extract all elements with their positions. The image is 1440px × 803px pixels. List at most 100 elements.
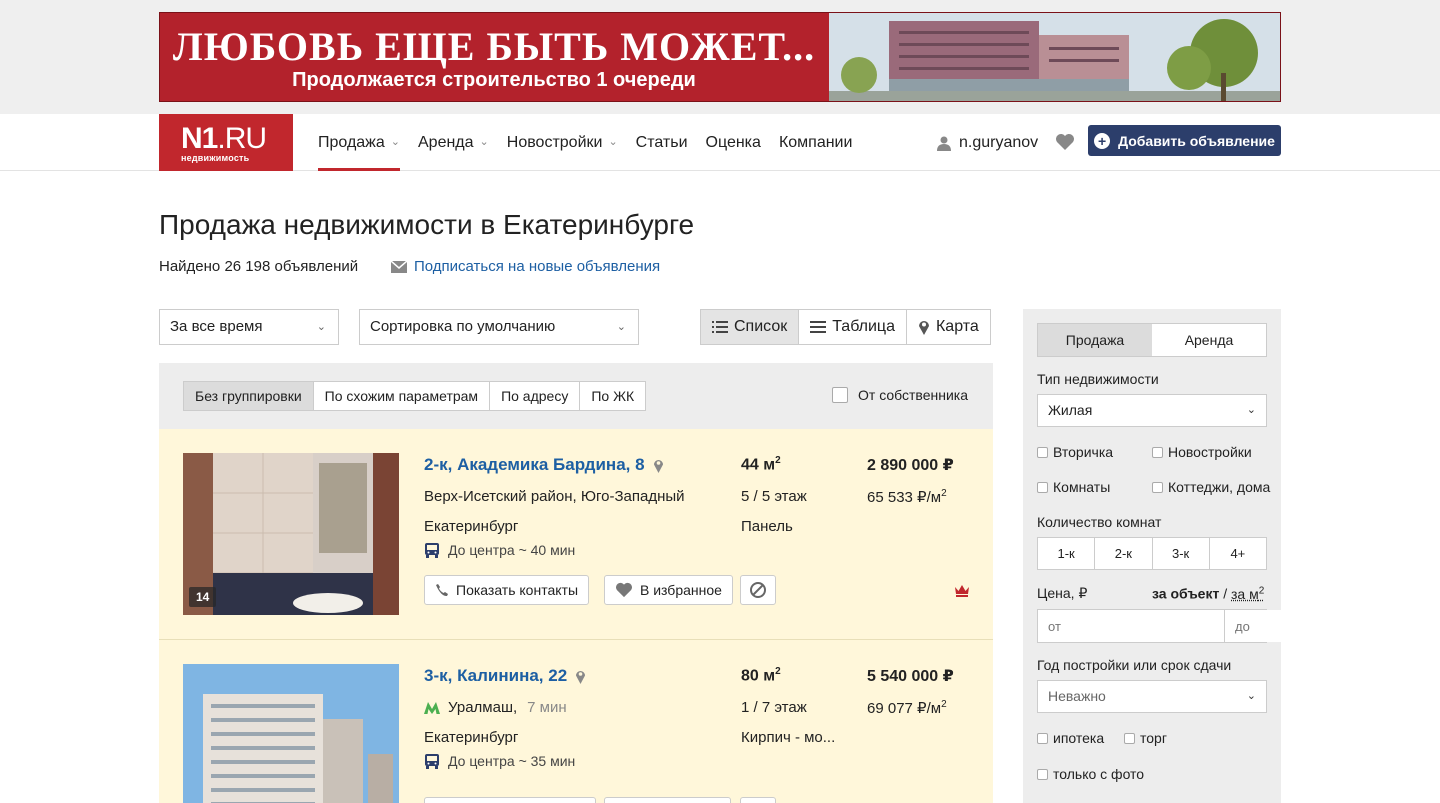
- favorites-heart-icon[interactable]: [1055, 133, 1075, 151]
- view-list-button[interactable]: Список: [701, 310, 800, 344]
- new-buildings-filter[interactable]: Новостройки: [1152, 444, 1252, 460]
- listing-photo[interactable]: [183, 664, 399, 803]
- show-contacts-button[interactable]: Показать контакты: [424, 575, 590, 605]
- user-icon: [937, 136, 951, 151]
- nav-rent[interactable]: Аренда ⌄: [418, 114, 489, 171]
- group-similar-button[interactable]: По схожим параметрам: [314, 382, 491, 410]
- crown-icon: [955, 585, 969, 597]
- superscript-2: 2: [941, 488, 947, 499]
- metro-walk-time: 7 мин: [527, 699, 567, 716]
- view-table-button[interactable]: Таблица: [799, 310, 907, 344]
- owner-filter[interactable]: От собственника: [832, 387, 968, 403]
- phone-icon: [436, 584, 448, 597]
- listing-area-text: 80 м: [741, 667, 776, 685]
- price-from-input[interactable]: [1038, 610, 1225, 642]
- listing-area-text: 44 м: [741, 456, 776, 474]
- view-switcher: Список Таблица Карта: [700, 309, 991, 345]
- price-mode-switch: за объект / за м2: [1152, 585, 1264, 602]
- price-per-m2-text: за м: [1231, 585, 1259, 602]
- view-table-label: Таблица: [832, 318, 895, 335]
- nav-articles[interactable]: Статьи: [636, 114, 688, 171]
- rooms-filter[interactable]: Комнаты: [1037, 479, 1110, 495]
- listing-photo[interactable]: 14: [183, 453, 399, 615]
- add-listing-button[interactable]: + Добавить объявление: [1088, 125, 1281, 156]
- results-count: Найдено 26 198 объявлений: [159, 258, 359, 275]
- bus-icon: [425, 543, 439, 558]
- listing-card[interactable]: 14 2-к, Академика Бардина, 8 Верх-Исетск…: [159, 429, 993, 640]
- secondary-checkbox[interactable]: [1037, 446, 1048, 458]
- site-header: N1.RU недвижимость Продажа ⌄ Аренда ⌄ Ново…: [0, 114, 1440, 171]
- logo-suffix-text: .RU: [217, 122, 267, 155]
- listing-title[interactable]: 3-к, Калинина, 22: [424, 666, 586, 686]
- mortgage-filter[interactable]: ипотека: [1037, 730, 1104, 746]
- price-per-object-option[interactable]: за объект: [1152, 586, 1219, 602]
- listing-floor: 5 / 5 этаж: [741, 488, 807, 505]
- rooms-type-label: Комнаты: [1053, 479, 1111, 495]
- ad-banner[interactable]: ЛЮБОВЬ ЕЩЕ БЫТЬ МОЖЕТ... Продолжается ст…: [159, 12, 1281, 102]
- cottages-filter[interactable]: Коттеджи, дома: [1152, 479, 1270, 495]
- rooms-1-button[interactable]: 1-к: [1038, 538, 1096, 569]
- bargain-checkbox[interactable]: [1124, 732, 1135, 744]
- map-pin-icon[interactable]: [653, 458, 664, 473]
- price-label: Цена, ₽: [1037, 585, 1088, 601]
- listing-card[interactable]: 3-к, Калинина, 22 Уралмаш, 7 мин Екатери…: [159, 640, 993, 803]
- table-icon: [810, 321, 827, 333]
- group-none-button[interactable]: Без группировки: [184, 382, 314, 410]
- listing-title[interactable]: 2-к, Академика Бардина, 8: [424, 455, 664, 475]
- tab-rent[interactable]: Аренда: [1152, 324, 1266, 356]
- user-menu[interactable]: n.guryanov: [936, 114, 1038, 171]
- rooms-3-button[interactable]: 3-к: [1153, 538, 1210, 569]
- property-type-value: Жилая: [1048, 402, 1093, 418]
- photo-count-badge: 14: [189, 587, 217, 607]
- hide-listing-button[interactable]: [740, 797, 776, 803]
- chevron-down-icon: ⌄: [1246, 404, 1256, 416]
- site-logo[interactable]: N1.RU недвижимость: [159, 114, 293, 171]
- group-complex-button[interactable]: По ЖК: [580, 382, 645, 410]
- price-per-m2-option[interactable]: за м2: [1231, 585, 1264, 602]
- rooms-4plus-button[interactable]: 4+: [1210, 538, 1266, 569]
- photo-only-checkbox[interactable]: [1037, 768, 1048, 780]
- nav-new-buildings[interactable]: Новостройки ⌄: [507, 114, 618, 171]
- new-buildings-checkbox[interactable]: [1152, 446, 1163, 458]
- owner-checkbox[interactable]: [832, 387, 848, 403]
- rooms-count-label: Количество комнат: [1037, 514, 1162, 530]
- owner-label: От собственника: [858, 387, 968, 403]
- group-address-button[interactable]: По адресу: [490, 382, 581, 410]
- map-pin-icon[interactable]: [575, 669, 586, 684]
- cottages-checkbox[interactable]: [1152, 481, 1163, 493]
- subscribe-link[interactable]: Подписаться на новые объявления: [391, 258, 660, 275]
- period-select[interactable]: За все время ⌄: [159, 309, 339, 345]
- photo-only-filter[interactable]: только с фото: [1037, 766, 1144, 782]
- build-year-select[interactable]: Неважно ⌄: [1037, 680, 1267, 713]
- add-to-favorites-button[interactable]: [604, 797, 731, 803]
- listing-metro: Уралмаш, 7 мин: [424, 699, 567, 716]
- view-map-button[interactable]: Карта: [906, 310, 990, 344]
- mortgage-checkbox[interactable]: [1037, 732, 1048, 744]
- logo-subtitle: недвижимость: [181, 153, 250, 163]
- nav-sale[interactable]: Продажа ⌄: [318, 114, 400, 171]
- nav-sale-label: Продажа: [318, 134, 385, 151]
- sort-select[interactable]: Сортировка по умолчанию ⌄: [359, 309, 639, 345]
- show-contacts-button[interactable]: [424, 797, 596, 803]
- rooms-checkbox[interactable]: [1037, 481, 1048, 493]
- tab-sale[interactable]: Продажа: [1038, 324, 1152, 356]
- build-year-value: Неважно: [1048, 688, 1106, 704]
- price-to-input[interactable]: [1225, 610, 1411, 642]
- new-buildings-label: Новостройки: [1168, 444, 1252, 460]
- page-title: Продажа недвижимости в Екатеринбурге: [159, 209, 695, 240]
- bargain-filter[interactable]: торг: [1124, 730, 1167, 746]
- add-to-favorites-button[interactable]: В избранное: [604, 575, 733, 605]
- listing-area: 80 м2: [741, 666, 781, 685]
- nav-companies[interactable]: Компании: [779, 114, 853, 171]
- secondary-filter[interactable]: Вторичка: [1037, 444, 1113, 460]
- nav-new-buildings-label: Новостройки: [506, 134, 603, 151]
- secondary-label: Вторичка: [1053, 444, 1114, 460]
- property-type-select[interactable]: Жилая ⌄: [1037, 394, 1267, 427]
- hide-listing-button[interactable]: [740, 575, 776, 605]
- rooms-2-button[interactable]: 2-к: [1095, 538, 1153, 569]
- mail-icon: [391, 260, 407, 273]
- listing-title-text: 2-к, Академика Бардина, 8: [424, 455, 645, 474]
- main-nav: Продажа ⌄ Аренда ⌄ Новостройки ⌄ Статьи Оце…: [318, 114, 870, 171]
- heart-icon: [616, 582, 632, 598]
- nav-valuation[interactable]: Оценка: [706, 114, 761, 171]
